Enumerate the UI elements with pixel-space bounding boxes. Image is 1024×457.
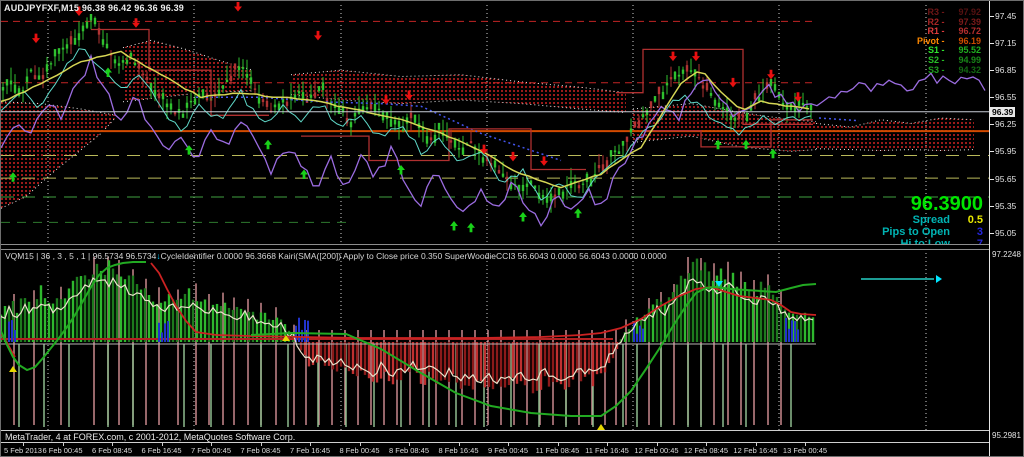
sell-arrow-icon — [767, 69, 775, 80]
buy-arrow-icon — [574, 208, 582, 218]
axis-tick — [990, 43, 994, 45]
time-label: 12 Feb 16:45 — [733, 446, 778, 455]
current-price-tag: 96.39 — [990, 106, 1016, 117]
buy-arrow-icon — [450, 220, 458, 231]
buy-arrow-icon — [467, 222, 475, 233]
sell-arrow-icon — [32, 33, 40, 44]
sell-arrow-icon — [669, 51, 677, 62]
price-tick-label: 96.55 — [995, 92, 1017, 103]
sell-arrow-icon — [314, 30, 322, 41]
time-label: 9 Feb 00:45 — [487, 446, 529, 455]
price-tick-label: 96.85 — [995, 65, 1017, 76]
time-label: 6 Feb 00:45 — [42, 446, 83, 455]
axis-tick — [990, 15, 994, 17]
indicator-pane[interactable] — [1, 249, 989, 433]
time-label: 8 Feb 08:45 — [388, 446, 430, 455]
price-axis[interactable]: 96.39 97.2248 95.2981 97.45 97.15 96.85 96.… — [989, 1, 1023, 456]
buy-arrow-icon — [519, 211, 527, 222]
time-axis[interactable]: 5 Feb 2013 6 Feb 00:45 6 Feb 08:45 6 Feb 16… — [1, 443, 989, 456]
time-label: 6 Feb 16:45 — [141, 446, 182, 455]
kumo-cloud — [816, 118, 974, 151]
time-label: 12 Feb 00:45 — [634, 446, 679, 455]
pivot-row-s3: S3 - 94.32 — [927, 64, 981, 75]
time-label: 7 Feb 16:45 — [289, 446, 331, 455]
price-tick-label: 96.25 — [995, 119, 1017, 130]
time-label: 12 Feb 08:45 — [683, 446, 729, 455]
time-label: 11 Feb 16:45 — [585, 446, 629, 455]
time-label: 8 Feb 00:45 — [339, 446, 380, 455]
axis-tick — [990, 97, 994, 99]
price-tick-label: 95.05 — [995, 227, 1017, 238]
cyan-arrow-icon — [936, 275, 942, 283]
time-label: 5 Feb 2013 — [4, 446, 42, 455]
sell-arrow-icon — [729, 77, 737, 88]
hi-to-low-row: Hi to Low 7 — [900, 238, 983, 245]
axis-tick — [990, 151, 994, 153]
status-bar: MetaTrader, 4 at FOREX.com, c 2001-2012,… — [1, 430, 989, 443]
time-label: 7 Feb 08:45 — [240, 446, 281, 455]
time-label: 7 Feb 00:45 — [190, 446, 232, 455]
indicator-header: VQM15 | 36 , 3 , 5 , 1 | 96.5734 96.5734… — [5, 251, 667, 261]
kumo-cloud — [633, 103, 816, 152]
blue-dotted-line — [818, 117, 860, 122]
kumo-cloud — [1, 101, 116, 209]
axis-tick — [990, 70, 994, 72]
time-label: 6 Feb 08:45 — [91, 446, 133, 455]
buy-arrow-icon — [397, 164, 405, 175]
buy-arrow-icon — [264, 139, 272, 150]
chart-title: AUDJPYFXF,M15 96.38 96.42 96.36 96.39 — [4, 3, 185, 13]
price-tick-label: 95.65 — [995, 173, 1017, 184]
price-tick-label: 97.45 — [995, 10, 1017, 21]
mt4-window: AUDJPYFXF,M15 96.38 96.42 96.36 96.39 R3… — [0, 0, 1024, 457]
price-tick-label: 95.35 — [995, 200, 1017, 211]
time-label: 8 Feb 16:45 — [438, 446, 479, 455]
time-label: 13 Feb 00:45 — [782, 446, 828, 455]
axis-tick — [990, 232, 994, 234]
sell-arrow-icon — [692, 51, 700, 62]
sell-arrow-icon — [509, 151, 517, 162]
price-tick-label: 97.15 — [995, 38, 1017, 49]
pane-separator[interactable] — [1, 244, 989, 250]
status-text: MetaTrader, 4 at FOREX.com, c 2001-2012,… — [5, 432, 296, 442]
sell-arrow-icon — [234, 1, 243, 12]
axis-tick — [990, 124, 994, 126]
indicator-min-label: 95.2981 — [992, 431, 1021, 440]
axis-tick — [990, 178, 994, 180]
pivot-panel: R3 - 97.92 R2 - 97.39 R1 - 96.72 Pivot -… — [917, 7, 981, 75]
time-label: 11 Feb 08:45 — [535, 446, 580, 455]
indicator-max-label: 97.2248 — [992, 250, 1021, 259]
sell-arrow-icon — [540, 156, 548, 166]
current-bid-price: 96.3900 — [910, 194, 983, 215]
price-tick-label: 95.95 — [995, 146, 1017, 157]
quote-info-box: 96.3900 Spread 0.5 Pips to Open 3 Hi to … — [833, 194, 983, 244]
spread-row: Spread 0.5 — [912, 214, 983, 226]
sell-arrow-icon — [132, 18, 141, 28]
yellow-up-marker — [9, 366, 17, 372]
axis-tick — [990, 205, 994, 207]
pips-to-open-row: Pips to Open 3 — [882, 226, 983, 238]
kairi-line — [1, 276, 814, 385]
